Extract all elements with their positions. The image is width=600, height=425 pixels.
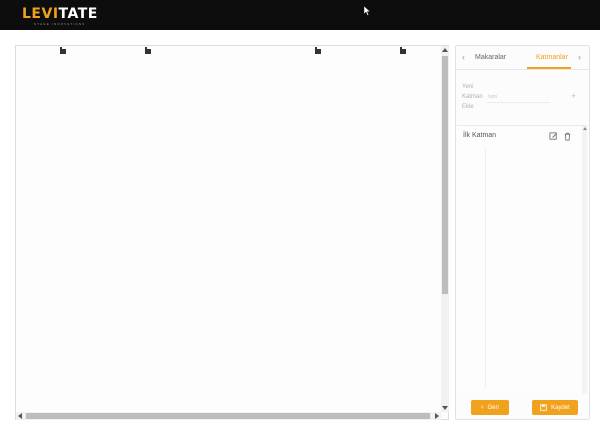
plus-icon[interactable]: +	[571, 91, 576, 101]
chevron-right-icon[interactable]: ›	[578, 52, 581, 62]
horizontal-scroll-thumb[interactable]	[26, 413, 430, 419]
tab-makaralar[interactable]: Makaralar	[475, 54, 506, 61]
back-button-label: Geri	[487, 404, 499, 411]
trash-icon[interactable]	[563, 132, 572, 141]
layer-content-area	[485, 148, 486, 388]
reel-marker-icon[interactable]	[145, 47, 151, 54]
scroll-down-icon[interactable]	[442, 406, 448, 410]
chevron-left-icon: ‹	[481, 404, 484, 411]
horizontal-scrollbar[interactable]	[16, 412, 441, 420]
save-icon	[540, 404, 547, 411]
brand-logo: LEVI TATE STAGE INNOVATIONS	[22, 6, 98, 26]
save-button-label: Kaydet	[551, 404, 570, 411]
edit-icon[interactable]	[549, 132, 558, 141]
scroll-up-icon[interactable]	[442, 48, 448, 52]
stage-canvas-frame	[15, 45, 449, 420]
back-button[interactable]: ‹ Geri	[471, 400, 509, 415]
scroll-right-icon[interactable]	[435, 413, 439, 419]
reel-marker-icon[interactable]	[315, 47, 321, 54]
chevron-left-icon[interactable]: ‹	[462, 52, 465, 62]
top-bar: LEVI TATE STAGE INNOVATIONS	[0, 0, 600, 30]
logo-tate: TATE	[58, 6, 98, 22]
scroll-up-icon[interactable]	[583, 127, 587, 130]
active-tab-indicator	[527, 67, 571, 69]
logo-tagline: STAGE INNOVATIONS	[34, 22, 86, 26]
vertical-scroll-thumb[interactable]	[442, 56, 448, 294]
vertical-scrollbar[interactable]	[441, 46, 449, 412]
layer-list: İlk Katman	[457, 125, 587, 394]
logo-levi: LEVI	[22, 6, 59, 22]
layer-name: İlk Katman	[463, 132, 497, 139]
side-panel: ‹ Makaralar Katmanlar › Yeni Katman Ekle…	[455, 45, 590, 420]
save-button[interactable]: Kaydet	[532, 400, 578, 415]
new-layer-name-input[interactable]	[486, 91, 550, 103]
layer-list-scrollbar[interactable]	[582, 126, 587, 394]
panel-tabs: ‹ Makaralar Katmanlar ›	[456, 46, 589, 70]
reel-marker-icon[interactable]	[60, 47, 66, 54]
list-item[interactable]: İlk Katman	[457, 129, 577, 145]
reel-marker-icon[interactable]	[400, 47, 406, 54]
arrow-cursor-icon	[364, 6, 371, 16]
stage-canvas[interactable]	[16, 46, 441, 412]
tab-katmanlar[interactable]: Katmanlar	[536, 54, 568, 61]
scroll-left-icon[interactable]	[18, 413, 22, 419]
